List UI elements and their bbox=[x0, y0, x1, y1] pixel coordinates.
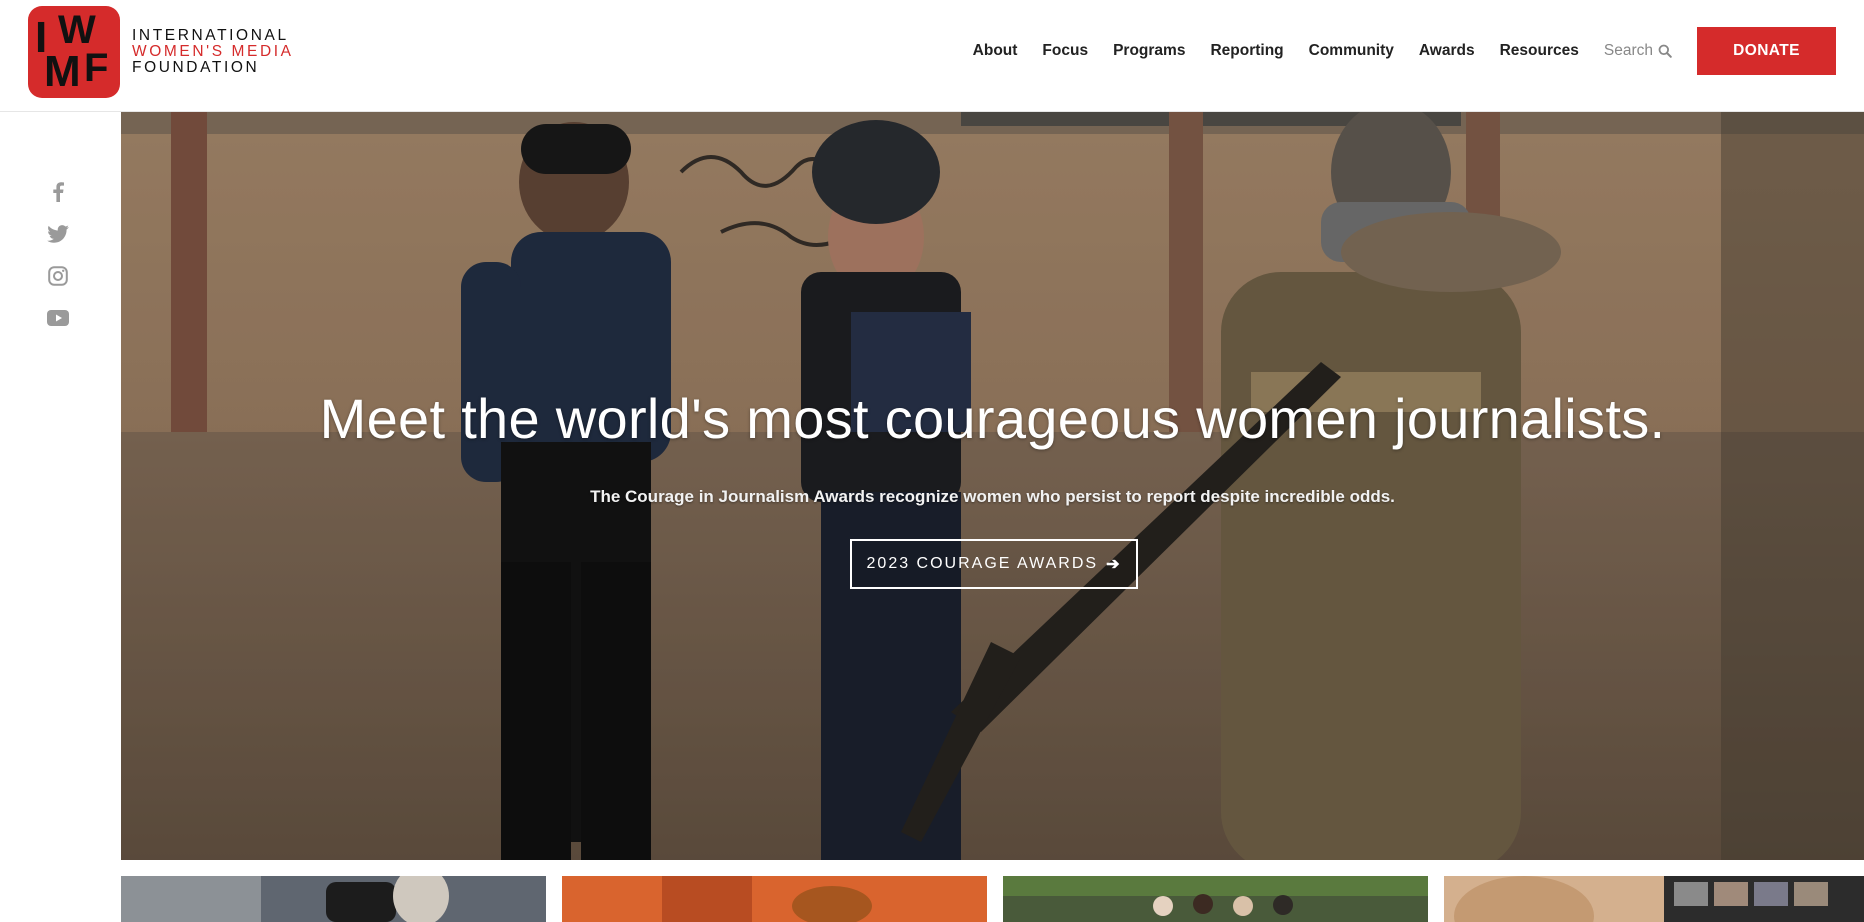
logo-letter-w: W bbox=[58, 8, 96, 52]
card-image bbox=[121, 876, 546, 922]
nav-item-community[interactable]: Community bbox=[1309, 42, 1394, 60]
nav-item-focus[interactable]: Focus bbox=[1042, 42, 1088, 60]
arrow-right-icon: ➔ bbox=[1106, 556, 1122, 573]
social-links bbox=[46, 180, 70, 348]
courage-awards-button-label: 2023 COURAGE AWARDS bbox=[866, 555, 1099, 572]
facebook-icon[interactable] bbox=[46, 180, 70, 204]
iwmf-logo[interactable]: I W M F INTERNATIONAL WOMEN'S MEDIA FOUN… bbox=[28, 6, 294, 98]
courage-awards-button[interactable]: 2023 COURAGE AWARDS ➔ bbox=[850, 539, 1138, 589]
main-nav: About Focus Programs Reporting Community… bbox=[948, 27, 1836, 75]
hero-title: Meet the world's most courageous women j… bbox=[319, 387, 1666, 450]
logo-wordmark: INTERNATIONAL WOMEN'S MEDIA FOUNDATION bbox=[132, 28, 294, 76]
logo-line-3: FOUNDATION bbox=[132, 59, 260, 76]
twitter-icon[interactable] bbox=[46, 222, 70, 246]
nav-item-programs[interactable]: Programs bbox=[1113, 42, 1185, 60]
featured-cards bbox=[121, 876, 1864, 922]
donate-button[interactable]: DONATE bbox=[1697, 27, 1836, 75]
hero-subtitle: The Courage in Journalism Awards recogni… bbox=[590, 487, 1395, 506]
hero-banner: Meet the world's most courageous women j… bbox=[121, 112, 1864, 860]
featured-card[interactable] bbox=[562, 876, 987, 922]
card-image bbox=[1003, 876, 1428, 922]
logo-letter-f: F bbox=[84, 46, 109, 90]
nav-item-reporting[interactable]: Reporting bbox=[1210, 42, 1283, 60]
card-image bbox=[562, 876, 987, 922]
featured-card[interactable] bbox=[121, 876, 546, 922]
search-button[interactable]: Search bbox=[1604, 42, 1672, 60]
logo-letter-m: M bbox=[44, 47, 81, 96]
youtube-icon[interactable] bbox=[46, 306, 70, 330]
logo-mark: I W M F bbox=[28, 6, 120, 98]
search-label: Search bbox=[1603, 42, 1653, 59]
instagram-icon[interactable] bbox=[46, 264, 70, 288]
nav-item-awards[interactable]: Awards bbox=[1419, 42, 1475, 60]
search-icon bbox=[1658, 44, 1672, 58]
card-image bbox=[1444, 876, 1864, 922]
site-header: I W M F INTERNATIONAL WOMEN'S MEDIA FOUN… bbox=[0, 0, 1864, 112]
nav-item-about[interactable]: About bbox=[973, 42, 1018, 60]
featured-card[interactable] bbox=[1003, 876, 1428, 922]
nav-item-resources[interactable]: Resources bbox=[1500, 42, 1579, 60]
logo-line-1: INTERNATIONAL bbox=[132, 27, 289, 44]
featured-card[interactable] bbox=[1444, 876, 1864, 922]
hero-overlay bbox=[121, 112, 1864, 860]
logo-line-2: WOMEN'S MEDIA bbox=[132, 43, 294, 60]
